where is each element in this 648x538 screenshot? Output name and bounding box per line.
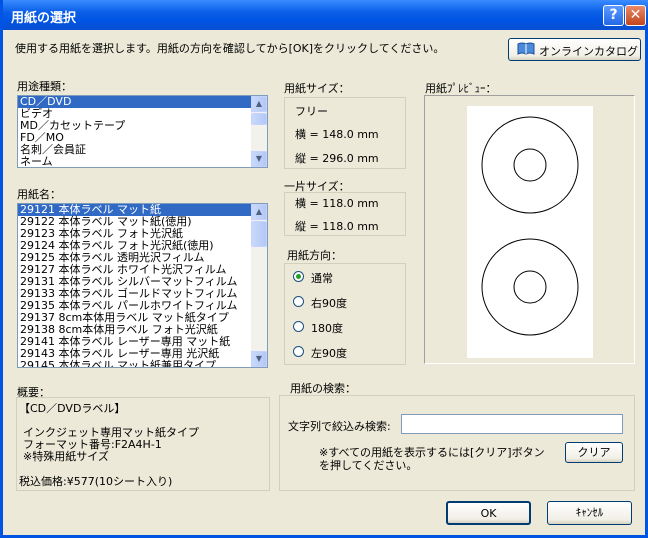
summary-line4: ※特殊用紙サイズ [23, 450, 109, 463]
list-item[interactable]: 29145 本体ラベル マット紙兼用タイプ [18, 360, 251, 368]
orientation-normal-label: 通常 [311, 272, 333, 285]
label-sheet-preview [467, 106, 593, 358]
clear-button[interactable]: クリア [565, 442, 623, 463]
list-item[interactable]: 名刺／会員証 [18, 144, 251, 156]
paper-size-width: 横 = 148.0 mm [295, 128, 379, 141]
paper-name-list: 29121 本体ラベル マット紙 29122 本体ラベル マット紙(徳用) 2912… [18, 204, 251, 367]
cancel-button[interactable]: ｷｬﾝｾﾙ [547, 501, 632, 525]
orientation-left90-label: 左90度 [311, 347, 347, 360]
list-item[interactable]: ネーム [18, 156, 251, 168]
filter-label: 文字列で絞込み検索: [288, 420, 391, 433]
scroll-thumb[interactable] [251, 113, 267, 125]
search-panel: 文字列で絞込み検索: ※すべての用紙を表示するには[クリア]ボタン を押してくだ… [279, 395, 635, 491]
window-title: 用紙の選択 [11, 11, 77, 26]
instruction-text: 使用する用紙を選択します。用紙の方向を確認してから[OK]をクリックしてください… [15, 42, 445, 55]
orientation-label: 用紙方向： [287, 249, 342, 262]
paper-size-height: 縦 = 296.0 mm [295, 152, 379, 165]
close-button[interactable]: ✕ [625, 5, 646, 26]
preview-area [424, 95, 635, 364]
radio-icon[interactable] [293, 296, 304, 307]
piece-size-panel: 横 = 118.0 mm 縦 = 118.0 mm [284, 192, 406, 236]
paper-size-value: フリー [295, 105, 328, 118]
radio-icon[interactable] [293, 321, 304, 332]
sheet-rect [467, 106, 593, 358]
search-label: 用紙の検索： [290, 382, 356, 395]
ok-button[interactable]: OK [446, 501, 531, 525]
preview-label: 用紙ﾌﾟﾚﾋﾞｭｰ： [425, 82, 497, 95]
summary-panel: 【CD／DVDラベル】 インクジェット専用マット紙タイプ フォーマット番号:F2… [16, 397, 270, 491]
filter-input[interactable] [401, 414, 623, 434]
orientation-right90-label: 右90度 [311, 297, 347, 310]
orientation-panel: 通常 右90度 180度 左90度 [284, 263, 406, 365]
orientation-180-radio[interactable]: 180度 [293, 320, 393, 335]
summary-line1: 【CD／DVDラベル】 [19, 402, 126, 415]
book-icon [517, 42, 535, 56]
usage-scrollbar[interactable]: ▲ ▼ [251, 96, 267, 167]
paper-name-listbox[interactable]: 29121 本体ラベル マット紙 29122 本体ラベル マット紙(徳用) 2912… [17, 203, 268, 368]
usage-type-list: CD／DVD ビデオ MD／カセットテープ FD／MO 名刺／会員証 ネーム [18, 96, 251, 167]
usage-type-listbox[interactable]: CD／DVD ビデオ MD／カセットテープ FD／MO 名刺／会員証 ネーム ▲ ▼ [17, 95, 268, 168]
usage-type-label: 用途種類： [17, 80, 72, 93]
scroll-down-icon[interactable]: ▼ [251, 151, 267, 167]
orientation-180-label: 180度 [311, 322, 343, 335]
title-bar[interactable]: 用紙の選択 ? ✕ [3, 0, 648, 30]
orientation-left90-radio[interactable]: 左90度 [293, 345, 393, 360]
scroll-up-icon[interactable]: ▲ [251, 204, 267, 220]
summary-price: 税込価格:¥577(10シート入り) [19, 475, 173, 488]
scroll-thumb[interactable] [251, 221, 267, 247]
scroll-up-icon[interactable]: ▲ [251, 96, 267, 112]
help-button[interactable]: ? [603, 5, 624, 26]
piece-size-width: 横 = 118.0 mm [295, 197, 379, 210]
paper-name-label: 用紙名： [17, 188, 61, 201]
radio-icon[interactable] [293, 346, 304, 357]
piece-size-height: 縦 = 118.0 mm [295, 220, 379, 233]
paper-scrollbar[interactable]: ▲ ▼ [251, 204, 267, 367]
paper-size-panel: フリー 横 = 148.0 mm 縦 = 296.0 mm [284, 97, 406, 169]
orientation-normal-radio[interactable]: 通常 [293, 270, 393, 285]
paper-size-label: 用紙サイズ： [284, 82, 350, 95]
radio-selected-icon[interactable] [293, 271, 304, 282]
paper-selection-dialog: 用紙の選択 ? ✕ 使用する用紙を選択します。用紙の方向を確認してから[OK]を… [0, 0, 648, 538]
online-catalog-label: オンラインカタログ [539, 45, 638, 58]
orientation-right90-radio[interactable]: 右90度 [293, 295, 393, 310]
scroll-down-icon[interactable]: ▼ [251, 351, 267, 367]
search-note-line2: を押してください。 [319, 459, 418, 472]
online-catalog-button[interactable]: オンラインカタログ [508, 38, 641, 61]
